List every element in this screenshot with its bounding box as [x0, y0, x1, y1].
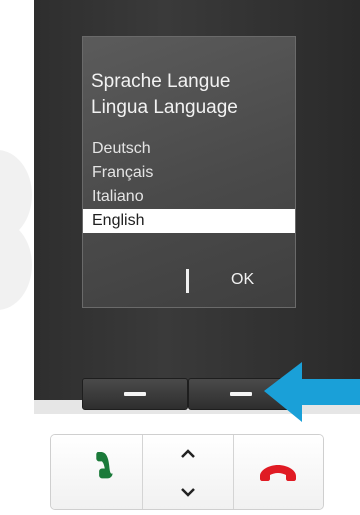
phone-handset-icon — [95, 452, 113, 479]
language-option-english[interactable]: English — [83, 209, 295, 233]
phone-display: Sprache Langue Lingua Language Deutsch F… — [82, 36, 296, 308]
language-option-deutsch[interactable]: Deutsch — [83, 137, 295, 161]
chevron-down-icon[interactable] — [180, 487, 196, 497]
language-option-italiano[interactable]: Italiano — [83, 185, 295, 209]
display-title-line2: Lingua Language — [91, 97, 238, 118]
left-soft-key[interactable] — [82, 378, 188, 410]
side-decoration — [0, 220, 32, 310]
call-keypad — [50, 434, 324, 510]
display-title-line1: Sprache Langue — [91, 71, 231, 92]
softkey-ok-label: OK — [231, 271, 255, 288]
hang-up-icon — [260, 465, 297, 481]
navigation-key[interactable] — [143, 435, 234, 509]
soft-key-dash-icon — [124, 392, 146, 396]
phone-scene: Sprache Langue Lingua Language Deutsch F… — [0, 0, 360, 515]
call-button[interactable] — [51, 435, 144, 509]
language-option-francais[interactable]: Français — [83, 161, 295, 185]
soft-key-dash-icon — [230, 392, 252, 396]
display-title: Sprache Langue Lingua Language — [91, 69, 238, 121]
chevron-up-icon[interactable] — [180, 449, 196, 459]
end-call-button[interactable] — [233, 435, 323, 509]
pointer-arrow-icon — [264, 362, 360, 422]
softkey-separator — [186, 269, 189, 293]
